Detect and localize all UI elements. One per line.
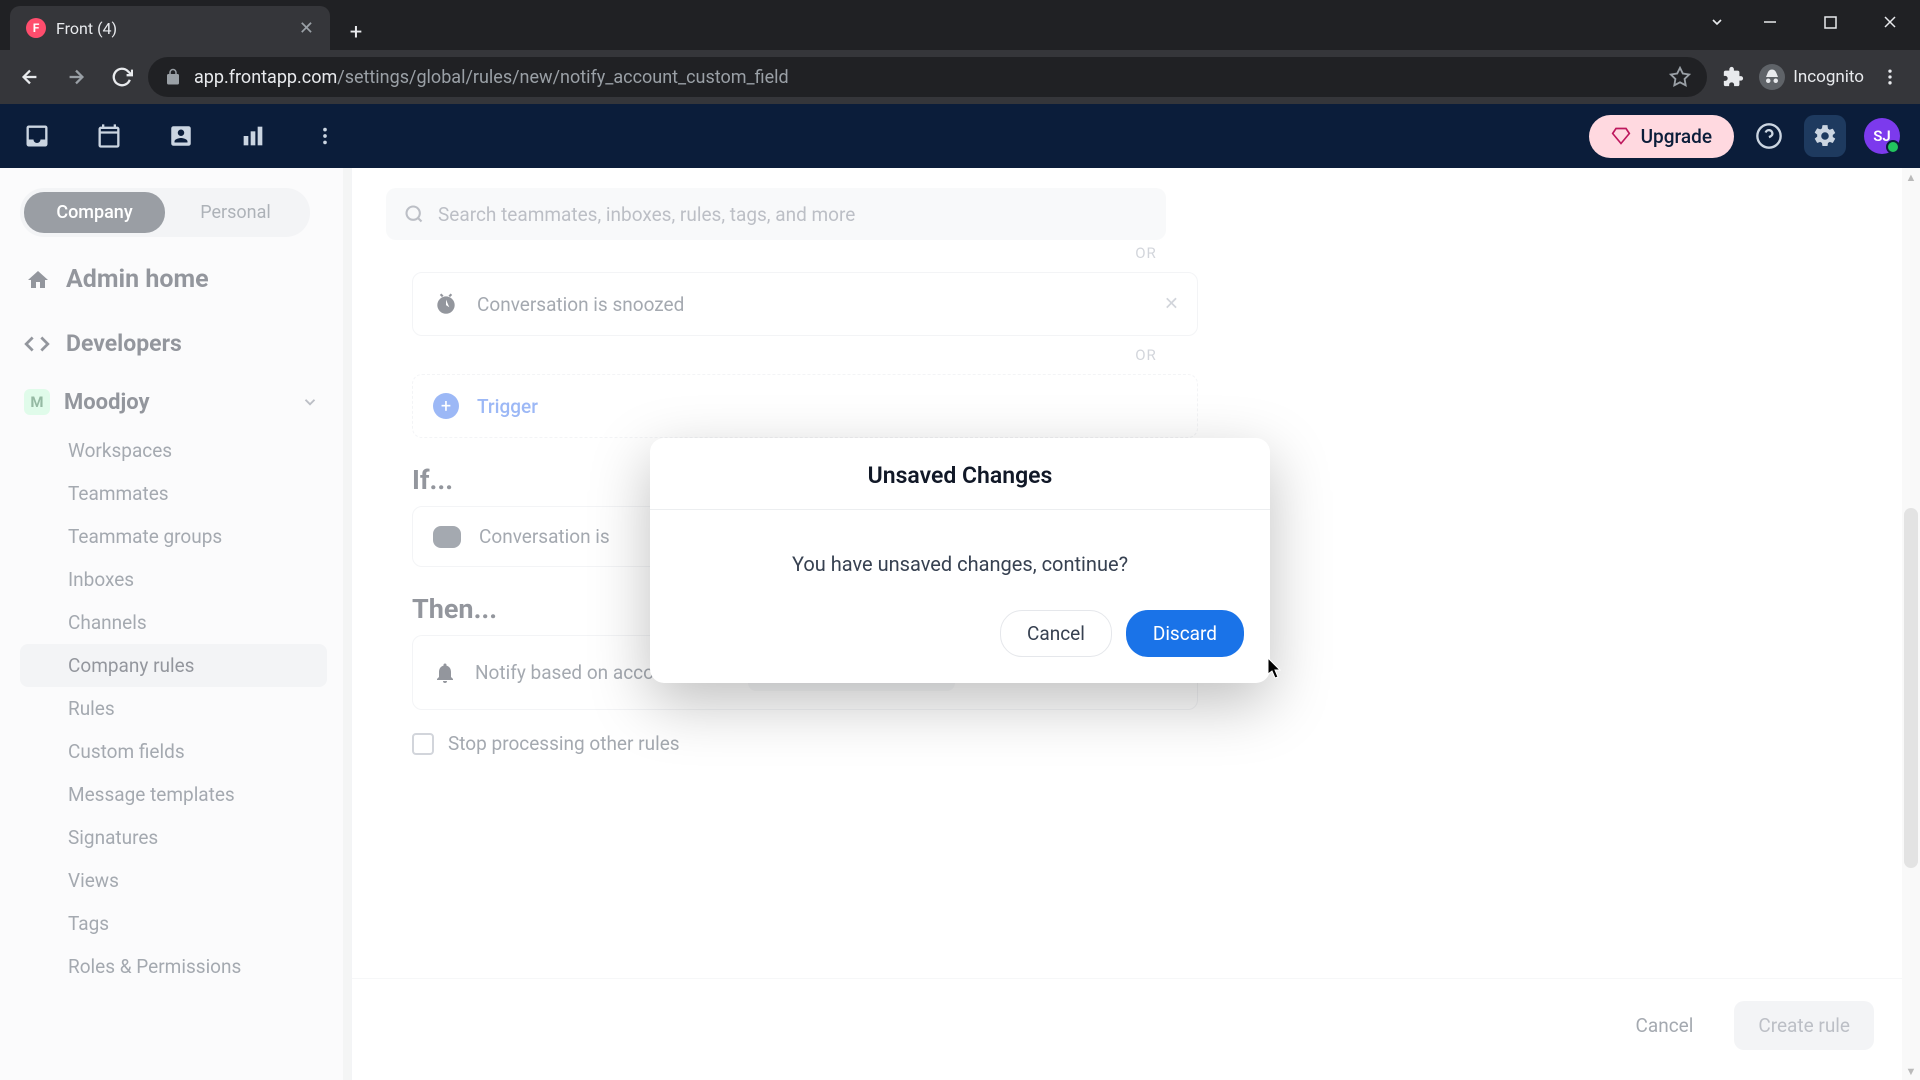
modal-discard-button[interactable]: Discard [1126, 610, 1244, 657]
user-avatar[interactable]: SJ [1864, 118, 1900, 154]
contacts-icon[interactable] [164, 119, 198, 153]
modal-cancel-button[interactable]: Cancel [1000, 610, 1112, 657]
nav-forward-button[interactable] [56, 57, 96, 97]
analytics-icon[interactable] [236, 119, 270, 153]
incognito-label: Incognito [1793, 67, 1864, 87]
browser-toolbar: app.frontapp.com/settings/global/rules/n… [0, 50, 1920, 104]
incognito-icon [1759, 64, 1785, 90]
modal-overlay[interactable]: Unsaved Changes You have unsaved changes… [0, 168, 1920, 1080]
help-icon[interactable] [1752, 119, 1786, 153]
mouse-cursor [1268, 658, 1284, 680]
avatar-initials: SJ [1873, 127, 1891, 145]
tab-favicon: F [26, 18, 46, 38]
window-controls [1740, 0, 1920, 44]
address-bar[interactable]: app.frontapp.com/settings/global/rules/n… [148, 57, 1707, 97]
settings-button[interactable] [1804, 115, 1846, 157]
tab-title: Front (4) [56, 19, 117, 38]
incognito-indicator[interactable]: Incognito [1759, 64, 1864, 90]
new-tab-button[interactable]: + [338, 14, 374, 50]
extensions-button[interactable] [1713, 57, 1753, 97]
upgrade-button[interactable]: Upgrade [1589, 115, 1734, 158]
modal-body: You have unsaved changes, continue? [650, 510, 1270, 610]
svg-text:31: 31 [103, 133, 115, 146]
url-path: /settings/global/rules/new/notify_accoun… [337, 67, 788, 88]
lock-icon [164, 68, 182, 86]
url-host: app.frontapp.com [194, 67, 337, 88]
browser-menu-button[interactable] [1870, 57, 1910, 97]
upgrade-label: Upgrade [1641, 125, 1712, 148]
unsaved-changes-modal: Unsaved Changes You have unsaved changes… [650, 438, 1270, 683]
tab-strip: F Front (4) ✕ + [0, 0, 1694, 50]
tab-search-button[interactable] [1694, 0, 1740, 44]
inbox-icon[interactable] [20, 119, 54, 153]
bookmark-icon[interactable] [1669, 66, 1691, 88]
nav-back-button[interactable] [10, 57, 50, 97]
more-icon[interactable] [308, 119, 342, 153]
url-text: app.frontapp.com/settings/global/rules/n… [194, 67, 789, 88]
modal-actions: Cancel Discard [650, 610, 1270, 683]
window-minimize-button[interactable] [1740, 0, 1800, 44]
diamond-icon [1611, 126, 1631, 146]
browser-tab[interactable]: F Front (4) ✕ [10, 6, 330, 50]
modal-title: Unsaved Changes [650, 438, 1270, 510]
browser-titlebar: F Front (4) ✕ + [0, 0, 1920, 50]
tab-close-icon[interactable]: ✕ [299, 18, 314, 39]
calendar-icon[interactable]: 31 [92, 119, 126, 153]
page-body: Company Personal Admin home Developers M… [0, 168, 1920, 1080]
window-close-button[interactable] [1860, 0, 1920, 44]
window-maximize-button[interactable] [1800, 0, 1860, 44]
app-header: 31 Upgrade SJ [0, 104, 1920, 168]
nav-reload-button[interactable] [102, 57, 142, 97]
